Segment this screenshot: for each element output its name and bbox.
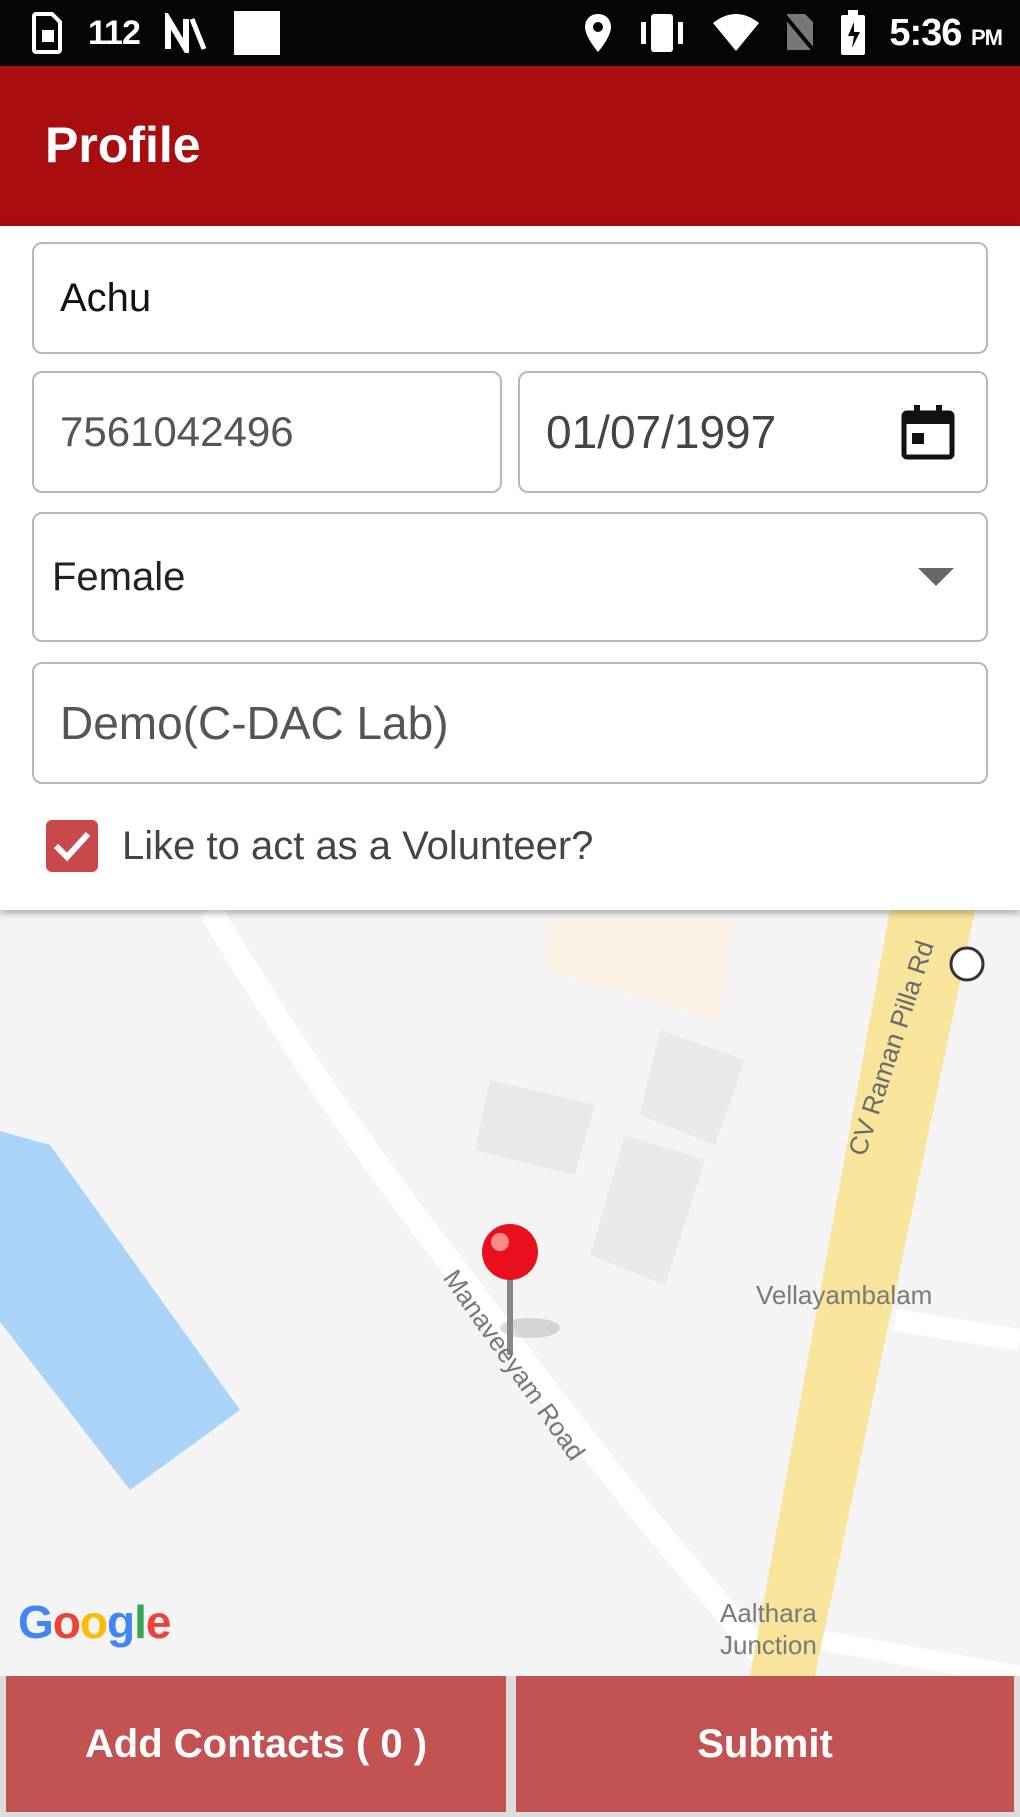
dob-field[interactable]: 01/07/1997 xyxy=(518,371,988,493)
google-logo-letter: e xyxy=(145,1596,172,1648)
add-contacts-button[interactable]: Add Contacts ( 0 ) xyxy=(6,1676,506,1812)
map-label-vellayambalam: Vellayambalam xyxy=(756,1280,933,1310)
checkmark-icon xyxy=(53,831,91,862)
phone-value: 7561042496 xyxy=(60,408,294,455)
dropdown-arrow-icon xyxy=(918,568,954,586)
sim-icon xyxy=(32,12,62,54)
marker-highlight xyxy=(491,1233,509,1251)
name-field[interactable]: Achu xyxy=(32,242,988,354)
submit-button[interactable]: Submit xyxy=(516,1676,1014,1812)
gender-dropdown[interactable]: Female xyxy=(32,512,988,642)
calendar-icon[interactable] xyxy=(900,403,956,461)
location-marker xyxy=(482,1224,538,1280)
status-time-value: 5:36 xyxy=(889,11,962,54)
battery-icon xyxy=(841,10,866,55)
app-bar: Profile xyxy=(0,66,1020,226)
no-sim-icon xyxy=(783,14,817,54)
google-logo-letter: o xyxy=(79,1596,108,1648)
map-view[interactable]: CV Raman Pilla Rd Vellayambalam Manaveey… xyxy=(0,910,1020,1676)
google-logo-letter: o xyxy=(52,1596,81,1648)
phone-field[interactable]: 7561042496 xyxy=(32,371,502,493)
wifi-icon xyxy=(713,14,760,51)
location-icon xyxy=(585,14,612,52)
signal-number: 112 xyxy=(88,13,141,52)
volunteer-label: Like to act as a Volunteer? xyxy=(122,823,594,868)
name-value: Achu xyxy=(60,275,152,320)
google-logo: Google xyxy=(18,1595,172,1649)
map-poi xyxy=(949,946,985,982)
status-time: 5:36 PM xyxy=(889,11,1003,55)
profile-form: Achu 7561042496 01/07/1997 Female Demo(C… xyxy=(0,226,1020,910)
page-title: Profile xyxy=(45,117,201,173)
map-label-aalthara: Aalthara xyxy=(720,1598,817,1628)
bottom-action-bar: Add Contacts ( 0 ) Submit xyxy=(0,1676,1020,1817)
vibrate-icon xyxy=(641,14,684,52)
status-bar: 112 5:36 PM xyxy=(0,0,1020,66)
organization-value: Demo(C-DAC Lab) xyxy=(60,697,449,749)
no-signal-icon xyxy=(164,13,207,53)
google-logo-letter: g xyxy=(107,1596,135,1648)
status-ampm: PM xyxy=(971,24,1003,50)
dob-value: 01/07/1997 xyxy=(546,406,777,458)
volunteer-option: Like to act as a Volunteer? xyxy=(46,820,593,872)
google-logo-letter: G xyxy=(18,1596,54,1648)
volunteer-checkbox[interactable] xyxy=(46,820,98,872)
organization-field[interactable]: Demo(C-DAC Lab) xyxy=(32,662,988,784)
map-label-junction: Junction xyxy=(720,1630,817,1660)
gender-value: Female xyxy=(52,554,186,599)
notification-square-icon xyxy=(233,11,280,55)
google-logo-letter: l xyxy=(134,1596,147,1648)
